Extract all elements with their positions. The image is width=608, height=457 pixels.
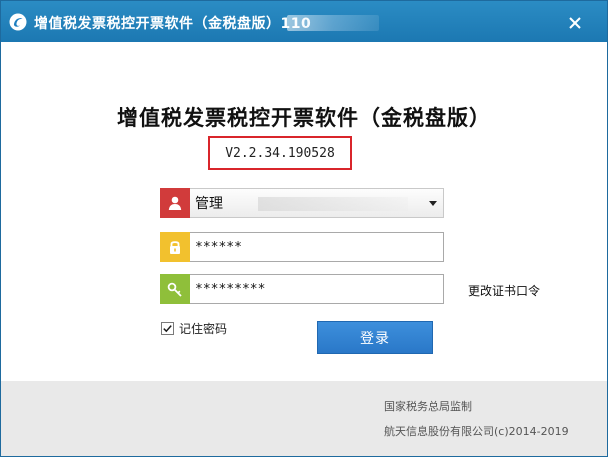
- key-icon: [160, 274, 190, 304]
- change-cert-password-link[interactable]: 更改证书口令: [468, 282, 540, 299]
- cert-password-value: *********: [195, 281, 266, 297]
- login-button[interactable]: 登录: [317, 321, 433, 354]
- password-input[interactable]: ******: [190, 232, 444, 262]
- chevron-down-icon[interactable]: [429, 201, 437, 206]
- user-select[interactable]: 管理: [160, 188, 444, 218]
- footer: 国家税务总局监制 航天信息股份有限公司(c)2014-2019: [1, 381, 607, 456]
- app-logo-icon: [9, 13, 27, 31]
- supervisor-text: 国家税务总局监制: [384, 400, 472, 413]
- redacted-serial: [287, 15, 379, 31]
- lock-icon: [160, 232, 190, 262]
- login-window: 增值税发票税控开票软件（金税盘版）110 增值税发票税控开票软件（金税盘版） V…: [0, 0, 608, 457]
- page-title: 增值税发票税控开票软件（金税盘版）: [117, 106, 491, 130]
- redacted-user-detail: [258, 197, 408, 211]
- password-field[interactable]: ******: [160, 232, 444, 262]
- title-bar[interactable]: 增值税发票税控开票软件（金税盘版）110: [1, 1, 607, 42]
- user-select-value: 管理: [195, 196, 223, 212]
- remember-password[interactable]: 记住密码: [161, 320, 227, 337]
- version-label: V2.2.34.190528: [208, 136, 352, 170]
- cert-password-field[interactable]: *********: [160, 274, 444, 304]
- remember-checkbox[interactable]: [161, 322, 174, 335]
- copyright-text: 航天信息股份有限公司(c)2014-2019: [384, 425, 569, 438]
- user-icon: [160, 188, 190, 218]
- password-value: ******: [195, 239, 242, 255]
- user-select-box[interactable]: 管理: [190, 188, 444, 218]
- close-icon[interactable]: [565, 13, 585, 33]
- cert-password-input[interactable]: *********: [190, 274, 444, 304]
- remember-label: 记住密码: [179, 322, 228, 336]
- window-title: 增值税发票税控开票软件（金税盘版）110: [34, 16, 312, 32]
- login-panel: 增值税发票税控开票软件（金税盘版） V2.2.34.190528 管理 ****…: [1, 42, 607, 381]
